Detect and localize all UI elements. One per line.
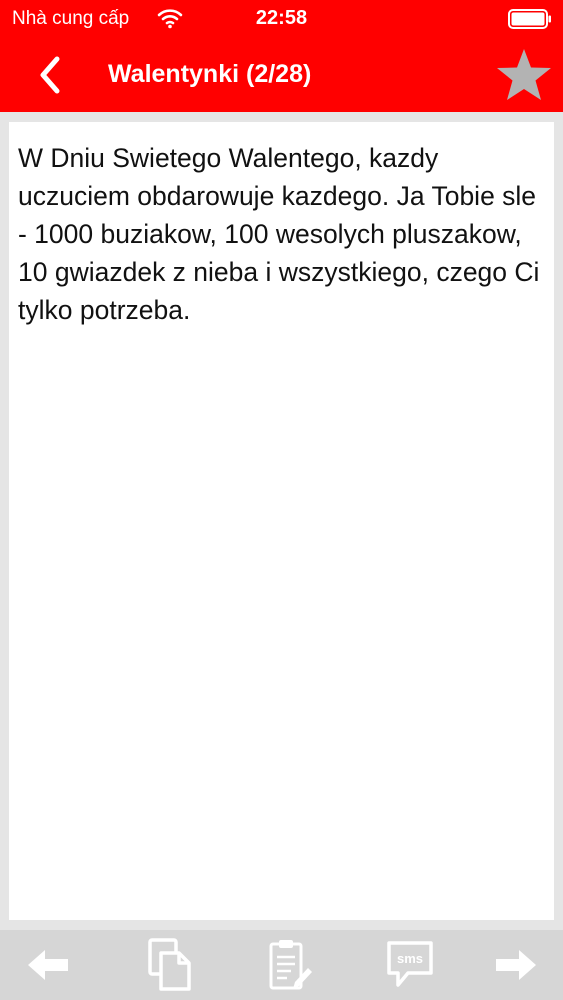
- edit-button[interactable]: [258, 930, 322, 1000]
- status-time: 22:58: [255, 7, 308, 29]
- navigation-bar: Walentynki (2/28): [0, 38, 563, 112]
- previous-button[interactable]: [18, 930, 80, 1000]
- status-bar: Nhà cung cấp 22:58: [0, 0, 563, 38]
- message-text: W Dniu Swietego Walentego, kazdy uczucie…: [18, 143, 540, 325]
- sms-icon-label: sms: [397, 951, 423, 966]
- arrow-right-icon: [496, 950, 536, 980]
- copy-button[interactable]: [138, 930, 202, 1000]
- clipboard-edit-icon: [269, 940, 312, 990]
- sms-button[interactable]: sms: [378, 930, 442, 1000]
- back-button[interactable]: [28, 52, 72, 98]
- arrow-left-icon: [28, 950, 68, 980]
- favorite-button[interactable]: [494, 46, 554, 104]
- bottom-toolbar: sms: [0, 930, 563, 1000]
- battery-icon: [508, 9, 551, 29]
- next-button[interactable]: [484, 930, 546, 1000]
- star-icon: [497, 49, 551, 100]
- copy-icon: [148, 938, 191, 991]
- page-title: Walentynki (2/28): [108, 60, 312, 88]
- sms-icon: sms: [387, 941, 433, 987]
- message-card: W Dniu Swietego Walentego, kazdy uczucie…: [9, 122, 554, 920]
- header: Nhà cung cấp 22:58 Walentynki (2/28): [0, 0, 563, 112]
- chevron-left-icon: [40, 56, 60, 94]
